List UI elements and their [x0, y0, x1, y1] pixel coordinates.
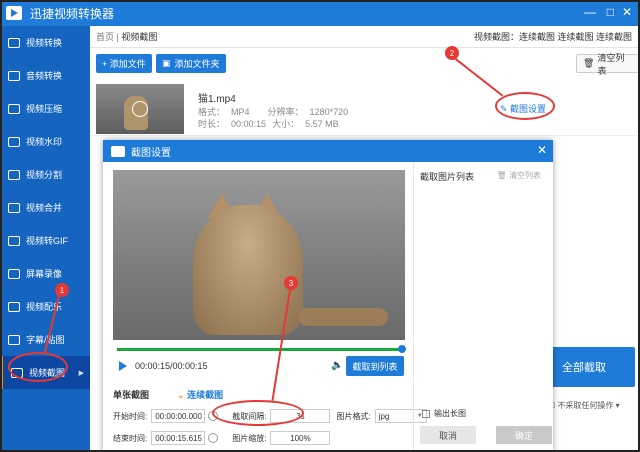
end-time-row: 结束时间: 00:00:15.615 图片缩放: 100% — [113, 430, 331, 446]
end-time-input[interactable]: 00:00:15.615 — [151, 431, 206, 445]
audio-convert-icon — [8, 70, 20, 81]
top-actions[interactable]: 视频截图：连续截图 连续截图 连续截图 — [474, 30, 632, 43]
sidebar-item-merge[interactable]: 视频合并 — [0, 191, 90, 224]
play-icon[interactable] — [132, 101, 148, 117]
trash-icon: 🗑 — [496, 171, 509, 180]
sidebar-item-video-convert[interactable]: 视频转换 — [0, 26, 90, 59]
toolbar: + 添加文件 ▣ 添加文件夹 🗑 清空列表 — [90, 48, 640, 80]
after-action-select[interactable]: ☐ 不采取任何操作 ▾ — [548, 400, 620, 411]
clear-list-button[interactable]: 🗑 清空列表 — [576, 53, 640, 76]
file-row: 猫1.mp4 格式： MP4 分辨率： 1280*720 时长： 00:00:15 大小：… — [90, 80, 640, 136]
scale-input[interactable]: 100% — [270, 431, 331, 445]
output-long-image[interactable]: 输出长图 — [422, 408, 466, 419]
sidebar-item-gif[interactable]: 视频转GIF — [0, 224, 90, 257]
music-icon — [8, 301, 20, 312]
subtitle-icon — [8, 334, 20, 345]
minimize-button[interactable]: — — [584, 5, 596, 19]
cancel-button[interactable]: 取消 — [420, 426, 476, 444]
progress-handle[interactable] — [398, 345, 406, 353]
dialog-header: 截图设置 ✕ — [103, 140, 553, 162]
record-icon — [8, 268, 20, 279]
sidebar-item-record[interactable]: 屏幕录像 — [0, 257, 90, 290]
maximize-button[interactable]: □ — [607, 5, 614, 19]
sidebar-item-watermark[interactable]: 视频水印 — [0, 125, 90, 158]
folder-icon: ▣ — [162, 58, 171, 68]
sidebar-item-compress[interactable]: 视频压缩 — [0, 92, 90, 125]
play-button[interactable] — [119, 361, 127, 371]
annotation-badge-3: 3 — [284, 276, 298, 290]
start-time-input[interactable]: 00:00:00.000 — [151, 409, 206, 423]
list-title: 截取图片列表 — [420, 172, 475, 182]
file-meta: 格式： MP4 分辨率： 1280*720 时长： 00:00:15 大小： 5.57 MB — [198, 107, 349, 129]
video-preview — [113, 170, 405, 340]
trash-icon: 🗑 — [583, 58, 595, 68]
capture-settings-dialog: 截图设置 ✕ 00:00:15/00:00:15 🔈 截取到列表 单张截图 ⌄ … — [103, 140, 553, 452]
ok-button[interactable]: 确定 — [496, 426, 552, 444]
sidebar-item-split[interactable]: 视频分割 — [0, 158, 90, 191]
breadcrumb-bar: 首页 | 视频截图 视频截图：连续截图 连续截图 连续截图 — [90, 26, 640, 48]
capture-to-list-button[interactable]: 截取到列表 — [346, 356, 404, 376]
close-button[interactable]: ✕ — [622, 5, 632, 19]
split-icon — [8, 169, 20, 180]
tab-single[interactable]: 单张截图 — [113, 388, 149, 404]
title-bar: 迅捷视频转换器 — □ ✕ — [0, 0, 640, 26]
breadcrumb: 首页 | 视频截图 — [96, 32, 158, 42]
app-logo-icon — [6, 6, 22, 20]
volume-icon[interactable]: 🔈 — [331, 360, 343, 371]
gif-icon — [8, 235, 20, 246]
add-file-button[interactable]: + 添加文件 — [96, 54, 152, 73]
annotation-ring-1 — [8, 352, 68, 382]
add-folder-button[interactable]: ▣ 添加文件夹 — [156, 54, 226, 73]
annotation-ring-3 — [212, 400, 304, 426]
breadcrumb-home[interactable]: 首页 — [96, 32, 114, 42]
checkbox[interactable] — [422, 409, 430, 418]
dialog-title: 截图设置 — [131, 147, 171, 159]
breadcrumb-current: 视频截图 — [121, 32, 158, 42]
chevron-down-icon: ⌄ — [177, 390, 188, 400]
dialog-close-button[interactable]: ✕ — [537, 143, 547, 157]
time-display: 00:00:15/00:00:15 — [135, 361, 208, 371]
captured-list-panel: 截取图片列表 🗑 清空列表 输出长图 取消 确定 — [413, 162, 553, 452]
video-thumbnail[interactable] — [96, 84, 184, 134]
tab-continuous[interactable]: ⌄ 连续截图 — [177, 388, 223, 404]
sidebar: 视频转换 音频转换 视频压缩 视频水印 视频分割 视频合并 视频转GIF 屏幕录… — [0, 26, 90, 452]
file-name: 猫1.mp4 — [198, 94, 236, 105]
sidebar-item-audio-convert[interactable]: 音频转换 — [0, 59, 90, 92]
watermark-icon — [8, 136, 20, 147]
camera-icon — [111, 145, 125, 157]
list-clear-button[interactable]: 🗑 清空列表 — [497, 170, 541, 181]
merge-icon — [8, 202, 20, 213]
chevron-right-icon: ▶ — [78, 369, 84, 377]
video-convert-icon — [8, 37, 20, 48]
progress-bar[interactable] — [117, 345, 406, 353]
clock-icon[interactable] — [208, 433, 219, 443]
compress-icon — [8, 103, 20, 114]
sidebar-item-music[interactable]: 视频配乐 — [0, 290, 90, 323]
player-controls: 00:00:15/00:00:15 🔈 截取到列表 — [113, 356, 405, 378]
app-title: 迅捷视频转换器 — [30, 6, 115, 21]
capture-tabs: 单张截图 ⌄ 连续截图 — [113, 388, 223, 404]
annotation-ring-2 — [495, 92, 555, 120]
